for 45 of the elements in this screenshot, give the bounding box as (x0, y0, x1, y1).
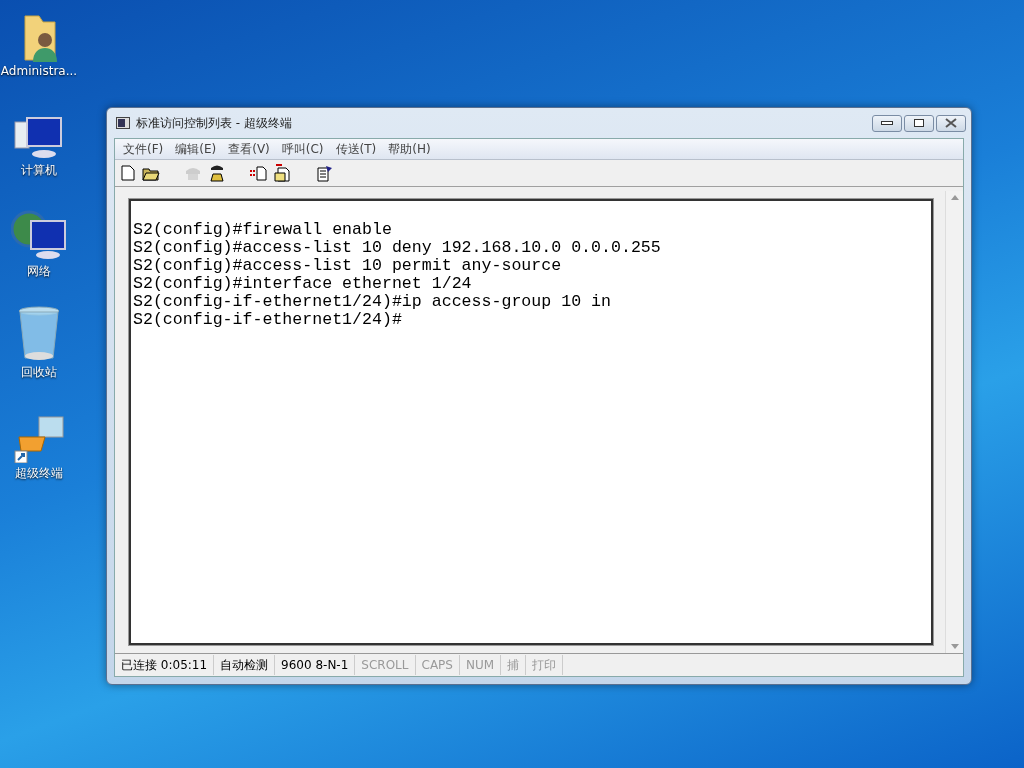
minimize-button[interactable] (872, 114, 902, 132)
terminal-line: S2(config)#access-list 10 permit any-source (133, 257, 562, 275)
desktop-icon-label[interactable]: Administra... (0, 64, 78, 78)
terminal-line: S2(config)#firewall enable (133, 221, 392, 239)
scroll-up-arrow-icon[interactable] (950, 195, 959, 200)
menu-item[interactable]: 文件(F) (117, 140, 170, 158)
desktop-icon-label[interactable]: 回收站 (21, 364, 57, 381)
terminal-line: S2(config)#access-list 10 deny 192.168.10.0 0.0.0.255 (133, 239, 661, 257)
status-text: 已连接 0:05:11 (115, 655, 215, 675)
properties-icon[interactable] (316, 164, 334, 182)
terminal-line: S2(config-if-ethernet1/24)# (133, 311, 402, 329)
status-text: NUM (459, 655, 502, 675)
desktop-icon-label[interactable]: 网络 (27, 263, 51, 280)
status-text: 自动检测 (214, 655, 276, 675)
phone-computer-icon (13, 415, 65, 463)
close-button[interactable] (936, 114, 966, 132)
recycle-bin-icon (17, 306, 61, 362)
status-text: SCROLL (355, 655, 416, 675)
desktop-icon-label[interactable]: 超级终端 (15, 465, 63, 482)
status-text: CAPS (415, 655, 460, 675)
maximize-button[interactable] (904, 114, 934, 132)
send-file-icon[interactable] (249, 165, 267, 181)
scroll-down-arrow-icon[interactable] (950, 644, 959, 649)
menu-item[interactable]: 查看(V) (222, 140, 276, 158)
status-text: 打印 (526, 655, 564, 675)
new-document-icon[interactable] (121, 165, 135, 181)
open-folder-icon[interactable] (142, 165, 160, 181)
menu-item[interactable]: 呼叫(C) (275, 140, 330, 158)
status-text: 9600 8-N-1 (275, 655, 356, 675)
status-text: 捕 (501, 655, 527, 675)
minimize-icon (881, 121, 893, 125)
desktop-icon-label[interactable]: 计算机 (21, 162, 57, 179)
computer-icon (13, 116, 65, 160)
terminal-line: S2(config-if-ethernet1/24)#ip access-group 10 in (133, 293, 611, 311)
network-icon (11, 209, 67, 261)
menu-item[interactable]: 帮助(H) (382, 140, 437, 158)
app-icon (116, 117, 130, 129)
close-icon (945, 118, 957, 128)
maximize-icon (914, 119, 924, 127)
window-title: 标准访问控制列表 - 超级终端 (136, 114, 293, 132)
menu-item[interactable]: 编辑(E) (169, 140, 223, 158)
receive-file-icon[interactable] (274, 164, 292, 182)
phone-hangup-icon[interactable] (209, 164, 225, 182)
menu-item[interactable]: 传送(T) (329, 140, 383, 158)
terminal-line: S2(config)#interface ethernet 1/24 (133, 275, 472, 293)
